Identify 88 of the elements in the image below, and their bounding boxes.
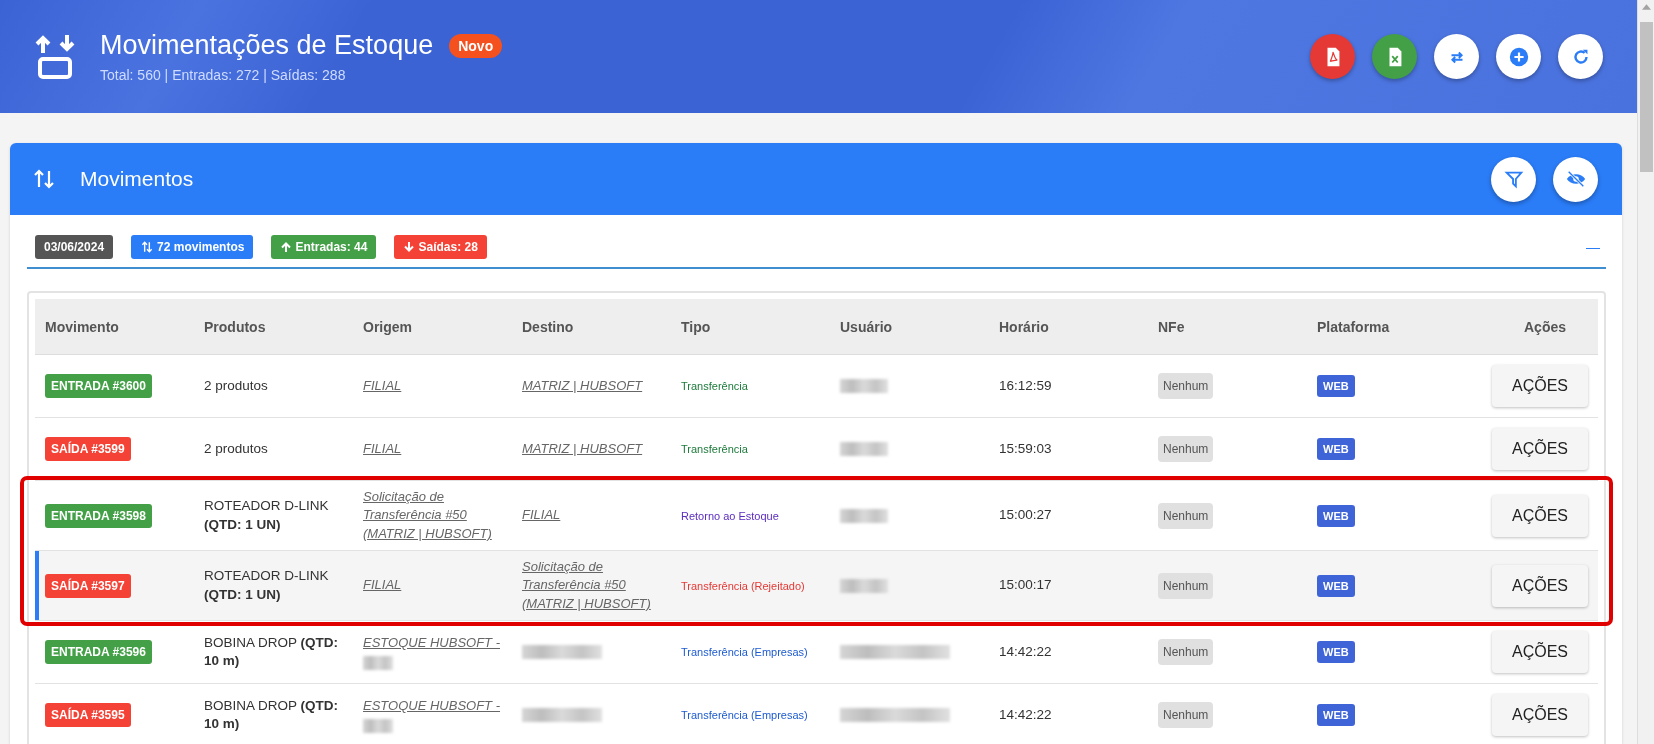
- product-text: BOBINA DROP (QTD: 10 m): [204, 696, 340, 733]
- location-link[interactable]: ESTOQUE HUBSOFT -: [363, 696, 500, 716]
- filter-button[interactable]: [1491, 156, 1536, 202]
- product-text: ROTEADOR D-LINK (QTD: 1 UN): [204, 567, 330, 604]
- time-text: 15:59:03: [999, 439, 1052, 458]
- excel-export-button[interactable]: [1372, 34, 1417, 79]
- location-link[interactable]: ESTOQUE HUBSOFT -: [363, 633, 500, 653]
- location-link[interactable]: FILIAL: [363, 376, 402, 396]
- type-text: Transferência: [681, 443, 748, 455]
- location-link[interactable]: MATRIZ | HUBSOFT: [522, 376, 643, 396]
- location-link[interactable]: FILIAL: [363, 576, 402, 595]
- column-header: Movimento: [44, 318, 120, 335]
- column-header: NFe: [1157, 318, 1186, 335]
- scrollbar-thumb[interactable]: [1639, 22, 1653, 172]
- nfe-status: Nenhum: [1158, 502, 1214, 529]
- product-text: ROTEADOR D-LINK (QTD: 1 UN): [204, 497, 330, 534]
- actions-button[interactable]: AÇÕES: [1492, 564, 1588, 607]
- total-badge: 72 movimentos: [131, 235, 254, 259]
- collapse-button[interactable]: —: [1580, 239, 1606, 255]
- platform-tag: WEB: [1317, 704, 1355, 726]
- platform-tag: WEB: [1317, 641, 1355, 663]
- column-header: Usuário: [839, 318, 894, 335]
- actions-button[interactable]: AÇÕES: [1492, 428, 1588, 470]
- hide-button[interactable]: [1553, 156, 1598, 202]
- card-title: Movimentos: [80, 167, 194, 191]
- transfer-button[interactable]: [1434, 34, 1479, 79]
- type-text: Retorno ao Estoque: [681, 509, 779, 522]
- refresh-button[interactable]: [1558, 34, 1603, 79]
- pdf-export-button[interactable]: [1310, 34, 1355, 79]
- arrow-up-icon: [280, 241, 293, 253]
- product-text: 2 produtos: [204, 376, 268, 395]
- type-text: Transferência (Empresas): [681, 709, 808, 721]
- scrollbar[interactable]: [1637, 0, 1654, 744]
- type-text: Transferência (Empresas): [681, 646, 808, 658]
- actions-button[interactable]: AÇÕES: [1492, 694, 1588, 736]
- product-text: BOBINA DROP (QTD: 10 m): [204, 633, 340, 670]
- time-text: 14:42:22: [999, 642, 1052, 661]
- column-header: Origem: [362, 318, 413, 335]
- page-title: Movimentações de Estoque: [100, 30, 434, 61]
- nfe-status: Nenhum: [1158, 572, 1214, 599]
- movement-tag: ENTRADA #3600: [45, 374, 152, 398]
- movement-tag: ENTRADA #3596: [45, 640, 152, 664]
- movement-tag: SAÍDA #3595: [45, 703, 131, 727]
- movement-tag: ENTRADA #3598: [45, 503, 152, 528]
- column-header: Tipo: [680, 318, 712, 335]
- time-text: 16:12:59: [999, 376, 1052, 395]
- column-header: Destino: [521, 318, 575, 335]
- time-text: 14:42:22: [999, 705, 1052, 724]
- product-text: 2 produtos: [204, 439, 268, 458]
- column-header: Horário: [998, 318, 1050, 335]
- platform-tag: WEB: [1317, 574, 1355, 597]
- exits-badge: Saídas: 28: [394, 235, 487, 259]
- location-link[interactable]: FILIAL: [363, 439, 402, 459]
- column-header: Plataforma: [1316, 318, 1391, 335]
- actions-button[interactable]: AÇÕES: [1492, 494, 1588, 537]
- nfe-status: Nenhum: [1158, 702, 1214, 728]
- location-link[interactable]: MATRIZ | HUBSOFT: [522, 439, 643, 459]
- movement-tag: SAÍDA #3597: [45, 573, 131, 598]
- hide-eye-icon: [1564, 168, 1587, 190]
- platform-tag: WEB: [1317, 504, 1355, 527]
- platform-tag: WEB: [1317, 375, 1355, 397]
- nfe-status: Nenhum: [1158, 639, 1214, 665]
- actions-button[interactable]: AÇÕES: [1492, 631, 1588, 673]
- location-link[interactable]: Solicitação de Transferência #50 (MATRIZ | HUBSOFT): [522, 558, 667, 613]
- totals-text: Total: 560 | Entradas: 272 | Saídas: 288: [100, 67, 347, 83]
- movement-tag: SAÍDA #3599: [45, 437, 131, 461]
- time-text: 15:00:27: [999, 506, 1052, 525]
- actions-button[interactable]: AÇÕES: [1492, 365, 1588, 407]
- date-badge: 03/06/2024: [35, 235, 114, 259]
- nfe-status: Nenhum: [1158, 373, 1214, 399]
- table-row[interactable]: SAÍDA #3597 ROTEADOR D-LINK (QTD: 1 UN) FILIAL Solicitação de Transferência #50 (MATRIZ | HUBSOFT) Transferência (Rejeitado) 15:00:17 Nenhum WEB AÇÕES: [35, 551, 1598, 621]
- platform-tag: WEB: [1317, 438, 1355, 460]
- up-down-arrows-icon: [32, 167, 56, 191]
- scroll-up-icon: [1641, 4, 1651, 10]
- column-header: Ações: [1523, 318, 1566, 335]
- column-header: Produtos: [203, 318, 267, 335]
- add-button[interactable]: [1496, 34, 1541, 79]
- time-text: 15:00:17: [999, 576, 1052, 595]
- arrow-down-icon: [403, 241, 416, 253]
- entries-badge: Entradas: 44: [271, 235, 377, 259]
- new-badge: Novo: [449, 33, 503, 58]
- type-text: Transferência (Rejeitado): [681, 579, 805, 592]
- up-down-arrows-icon: [140, 240, 155, 254]
- type-text: Transferência: [681, 380, 748, 392]
- nfe-status: Nenhum: [1158, 436, 1214, 462]
- add-icon: [1507, 45, 1530, 68]
- location-link[interactable]: Solicitação de Transferência #50 (MATRIZ | HUBSOFT): [363, 488, 508, 543]
- location-link[interactable]: FILIAL: [522, 506, 561, 525]
